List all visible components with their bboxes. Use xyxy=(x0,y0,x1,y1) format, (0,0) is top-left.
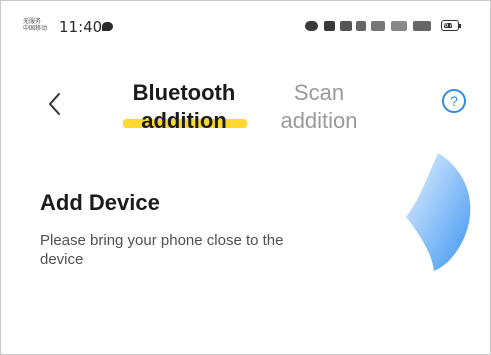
message-notification-icon xyxy=(102,22,113,31)
mute-icon xyxy=(356,21,366,31)
chevron-left-icon xyxy=(49,93,60,115)
help-button[interactable]: ? xyxy=(442,89,466,113)
phone-approach-illustration xyxy=(386,151,486,281)
wifi-icon xyxy=(371,21,385,31)
battery-label: 67 xyxy=(444,21,453,29)
tab-label-line-2: addition xyxy=(141,108,227,133)
app-screen: 无服务 中国移动 11:40 67 Bluetooth addition Sca… xyxy=(0,0,491,355)
vibrate-icon xyxy=(340,21,352,31)
bluetooth-wave-icon xyxy=(406,153,471,271)
tab-bluetooth-addition[interactable]: Bluetooth addition xyxy=(109,79,259,135)
clock: 11:40 xyxy=(59,18,103,36)
carrier-line-1: 无服务 xyxy=(23,18,42,25)
eye-icon xyxy=(305,21,318,31)
nfc-icon xyxy=(324,21,335,31)
status-bar: 无服务 中国移动 11:40 67 xyxy=(1,1,490,47)
page-title: Add Device xyxy=(40,190,160,215)
back-button[interactable] xyxy=(41,89,71,119)
signal-icon xyxy=(391,21,407,31)
instruction-text: Please bring your phone close to the dev… xyxy=(40,232,284,268)
tab-label-line-1: Scan xyxy=(293,80,345,105)
help-circle-icon: ? xyxy=(450,93,458,109)
carrier-info: 无服务 中国移动 xyxy=(23,18,47,32)
battery-tip xyxy=(459,24,461,28)
tab-label-line-1: Bluetooth xyxy=(132,80,236,105)
carrier-line-2: 中国移动 xyxy=(23,25,48,32)
signal-2-icon xyxy=(413,21,431,31)
tab-scan-addition[interactable]: Scan addition xyxy=(259,79,379,135)
battery-icon: 67 xyxy=(441,20,459,31)
tab-label-line-2: addition xyxy=(280,108,358,133)
status-icons: 67 xyxy=(305,18,465,34)
